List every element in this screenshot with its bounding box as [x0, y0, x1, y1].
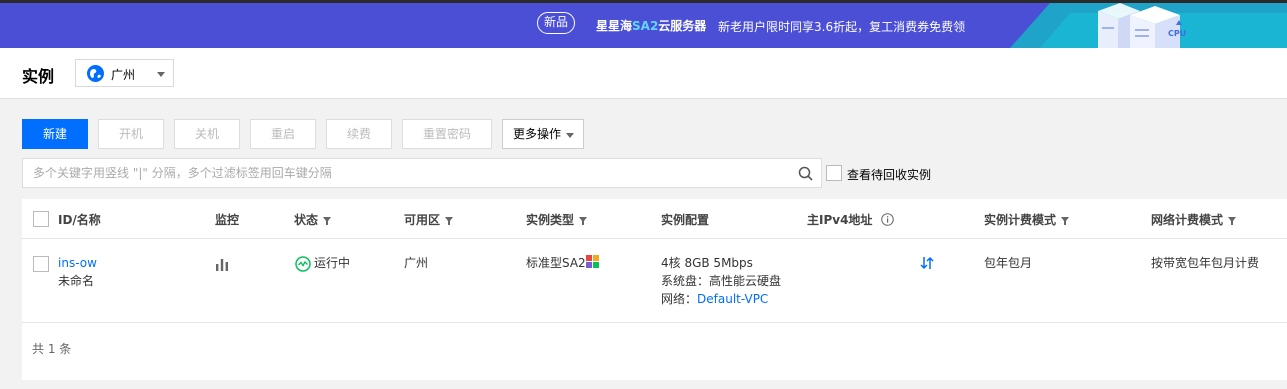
- reset-password-button[interactable]: 重置密码: [402, 119, 492, 149]
- instance-table: ID/名称 监控 状态 可用区 实例类型 实例配置 主IPv4地址 实例计费模式…: [22, 199, 1287, 380]
- globe-icon: [87, 65, 104, 82]
- transfer-icon[interactable]: [920, 256, 934, 270]
- config-network: 网络：Default-VPC: [661, 290, 768, 308]
- running-status-icon: [295, 256, 311, 272]
- renew-button[interactable]: 续费: [326, 119, 392, 149]
- table-header: ID/名称 监控 状态 可用区 实例类型 实例配置 主IPv4地址 实例计费模式…: [22, 199, 1287, 239]
- col-billing[interactable]: 实例计费模式: [984, 211, 1070, 228]
- new-badge: 新品: [537, 12, 575, 34]
- config-spec: 4核 8GB 5Mbps: [661, 256, 753, 270]
- region-selector[interactable]: 广州: [75, 59, 174, 87]
- search-input[interactable]: [23, 159, 783, 187]
- more-actions-dropdown[interactable]: 更多操作: [502, 119, 584, 149]
- col-type-label: 实例类型: [526, 213, 575, 227]
- promo-title-part1: 星星海: [596, 19, 633, 33]
- promo-banner[interactable]: 新品 星星海SA2云服务器 新老用户限时同享3.6折起，复工消费券免费领 CPU: [0, 3, 1287, 48]
- zone-text: 广州: [404, 256, 429, 270]
- col-monitor: 监控: [215, 213, 240, 227]
- filter-icon[interactable]: [579, 217, 588, 225]
- filter-icon[interactable]: [1228, 217, 1237, 225]
- region-label: 广州: [111, 68, 136, 82]
- filter-icon[interactable]: [445, 217, 454, 225]
- col-ip: 主IPv4地址: [807, 211, 894, 228]
- col-network-billing[interactable]: 网络计费模式: [1151, 211, 1237, 228]
- col-status[interactable]: 状态: [294, 211, 332, 228]
- col-ip-label: 主IPv4地址: [807, 213, 873, 227]
- server-illustration: CPU: [1010, 3, 1287, 48]
- col-zone-label: 可用区: [404, 213, 441, 227]
- col-id: ID/名称: [58, 213, 101, 227]
- power-off-button[interactable]: 关机: [174, 119, 240, 149]
- monitor-chart-icon[interactable]: [215, 257, 229, 271]
- page-title: 实例: [22, 67, 55, 86]
- recycle-label[interactable]: 查看待回收实例: [847, 166, 931, 183]
- promo-title-part3: 云服务器: [658, 19, 707, 33]
- select-all-checkbox[interactable]: [33, 211, 49, 227]
- chevron-down-icon: [566, 133, 574, 138]
- filter-icon[interactable]: [323, 217, 332, 225]
- instance-id-link[interactable]: ins-ow: [58, 254, 97, 272]
- restart-button[interactable]: 重启: [250, 119, 316, 149]
- promo-title[interactable]: 星星海SA2云服务器: [596, 17, 706, 34]
- create-button[interactable]: 新建: [22, 119, 88, 149]
- chevron-down-icon: [157, 72, 165, 77]
- page-header: 实例 广州: [0, 48, 1287, 99]
- search-icon[interactable]: [798, 166, 813, 181]
- info-icon[interactable]: [880, 213, 894, 226]
- col-network-billing-label: 网络计费模式: [1151, 213, 1224, 227]
- new-product-icon: [586, 255, 599, 268]
- instance-name: 未命名: [58, 274, 95, 288]
- network-billing-text: 按带宽包年包月计费: [1151, 256, 1260, 270]
- more-actions-label: 更多操作: [513, 127, 562, 141]
- vpc-link[interactable]: Default-VPC: [697, 292, 768, 306]
- row-checkbox[interactable]: [33, 256, 49, 272]
- config-disk: 系统盘：高性能云硬盘: [661, 274, 782, 288]
- filter-icon[interactable]: [1061, 217, 1070, 225]
- billing-text: 包年包月: [984, 256, 1033, 270]
- col-zone[interactable]: 可用区: [404, 211, 454, 228]
- table-row[interactable]: ins-ow 未命名 运行中 广州 标准型SA2 4核 8GB 5Mbps 系统…: [22, 239, 1287, 323]
- promo-title-part2: SA2: [632, 19, 659, 33]
- table-footer-count: 共 1 条: [32, 342, 72, 356]
- col-type[interactable]: 实例类型: [526, 211, 588, 228]
- instance-type-text: 标准型SA2: [526, 256, 586, 270]
- col-config: 实例配置: [661, 213, 710, 227]
- promo-description[interactable]: 新老用户限时同享3.6折起，复工消费券免费领: [718, 18, 965, 35]
- col-status-label: 状态: [294, 213, 319, 227]
- power-on-button[interactable]: 开机: [98, 119, 164, 149]
- search-box[interactable]: [22, 158, 822, 188]
- network-label: 网络：: [661, 292, 698, 306]
- recycle-checkbox[interactable]: [826, 165, 842, 181]
- col-billing-label: 实例计费模式: [984, 213, 1057, 227]
- cpu-label: CPU: [1168, 29, 1186, 38]
- status-text: 运行中: [314, 256, 351, 270]
